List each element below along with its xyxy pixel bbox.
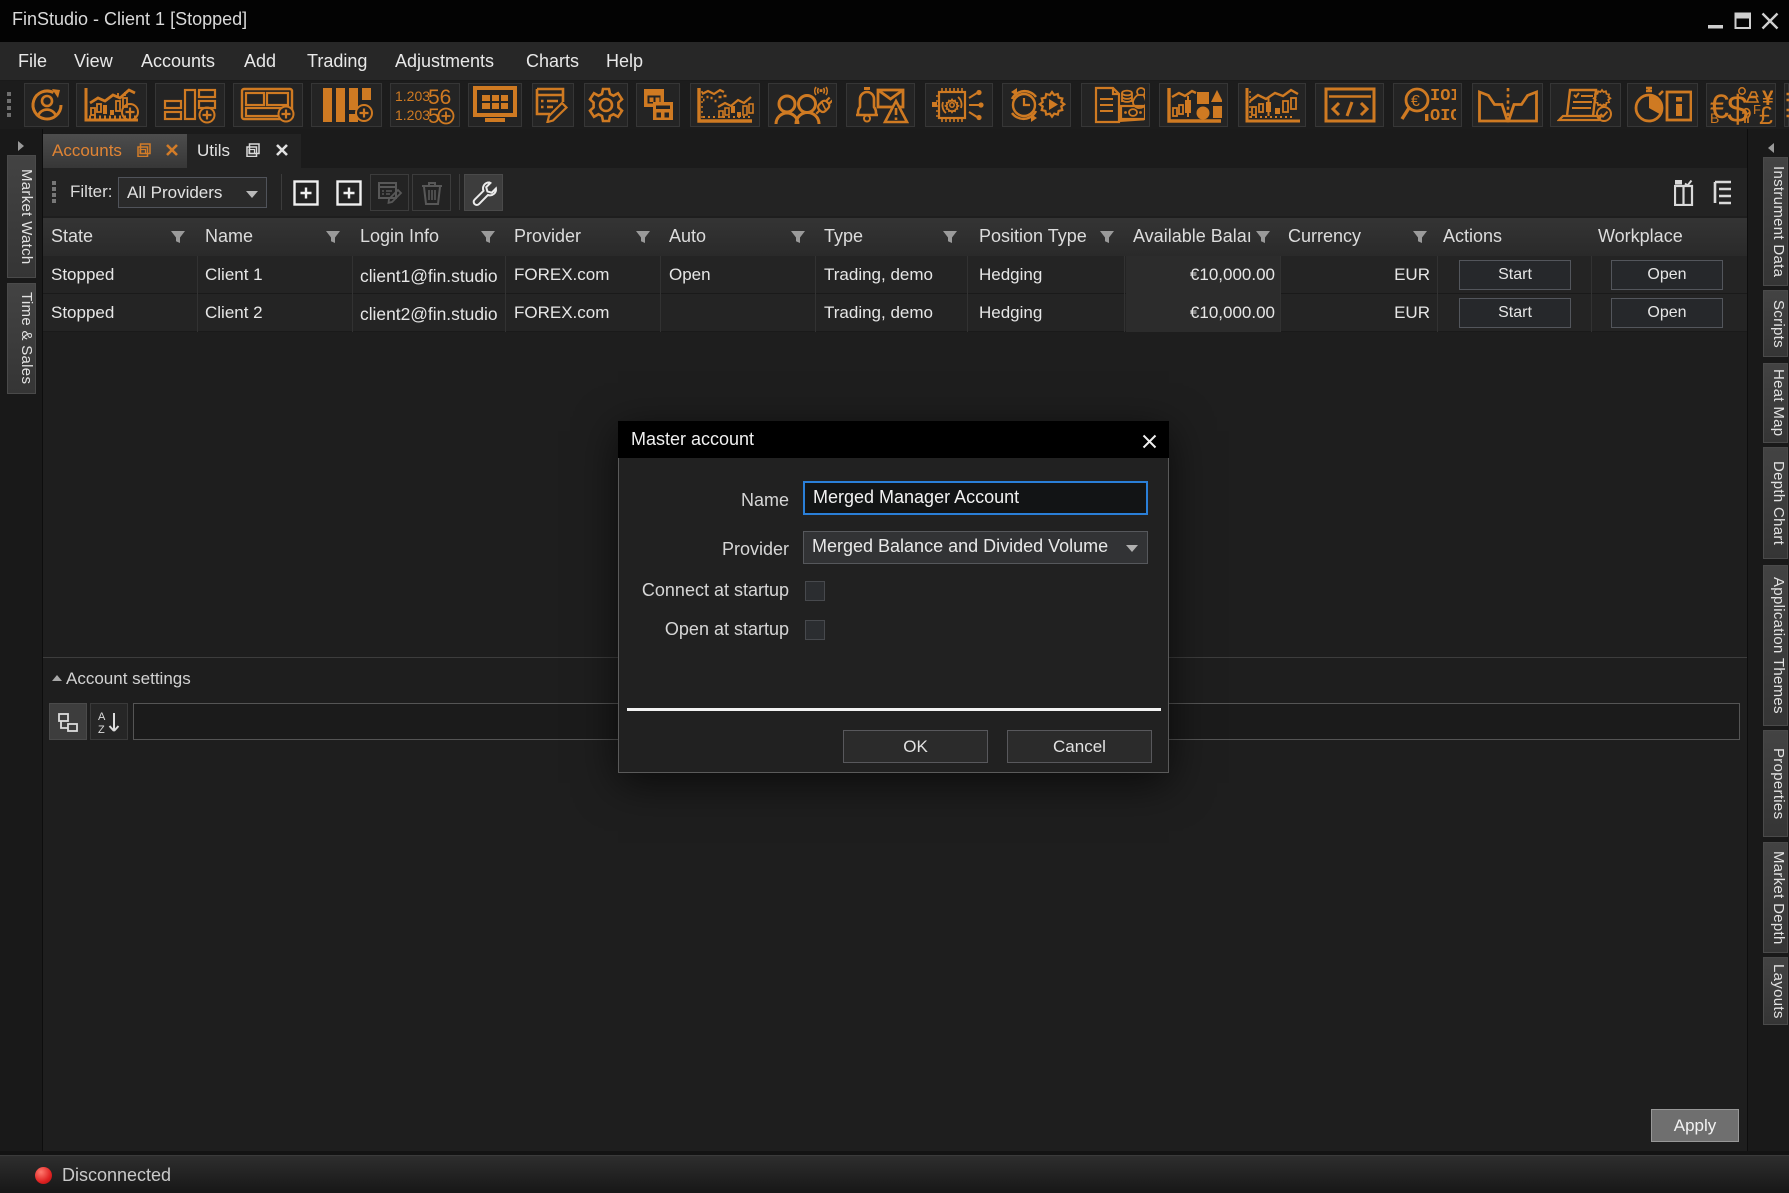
svg-text:€: € bbox=[1411, 93, 1420, 110]
svg-text:B: B bbox=[1710, 110, 1719, 125]
svg-text:OIO: OIO bbox=[1430, 107, 1456, 124]
svg-text:F: F bbox=[1753, 102, 1761, 117]
svg-text:£: £ bbox=[1759, 102, 1773, 125]
svg-text:IOI: IOI bbox=[1430, 87, 1456, 106]
svg-text:1.203: 1.203 bbox=[395, 107, 430, 123]
svg-text:1.203: 1.203 bbox=[395, 88, 430, 104]
svg-text:Z: Z bbox=[98, 724, 105, 735]
svg-text:A: A bbox=[98, 711, 106, 723]
